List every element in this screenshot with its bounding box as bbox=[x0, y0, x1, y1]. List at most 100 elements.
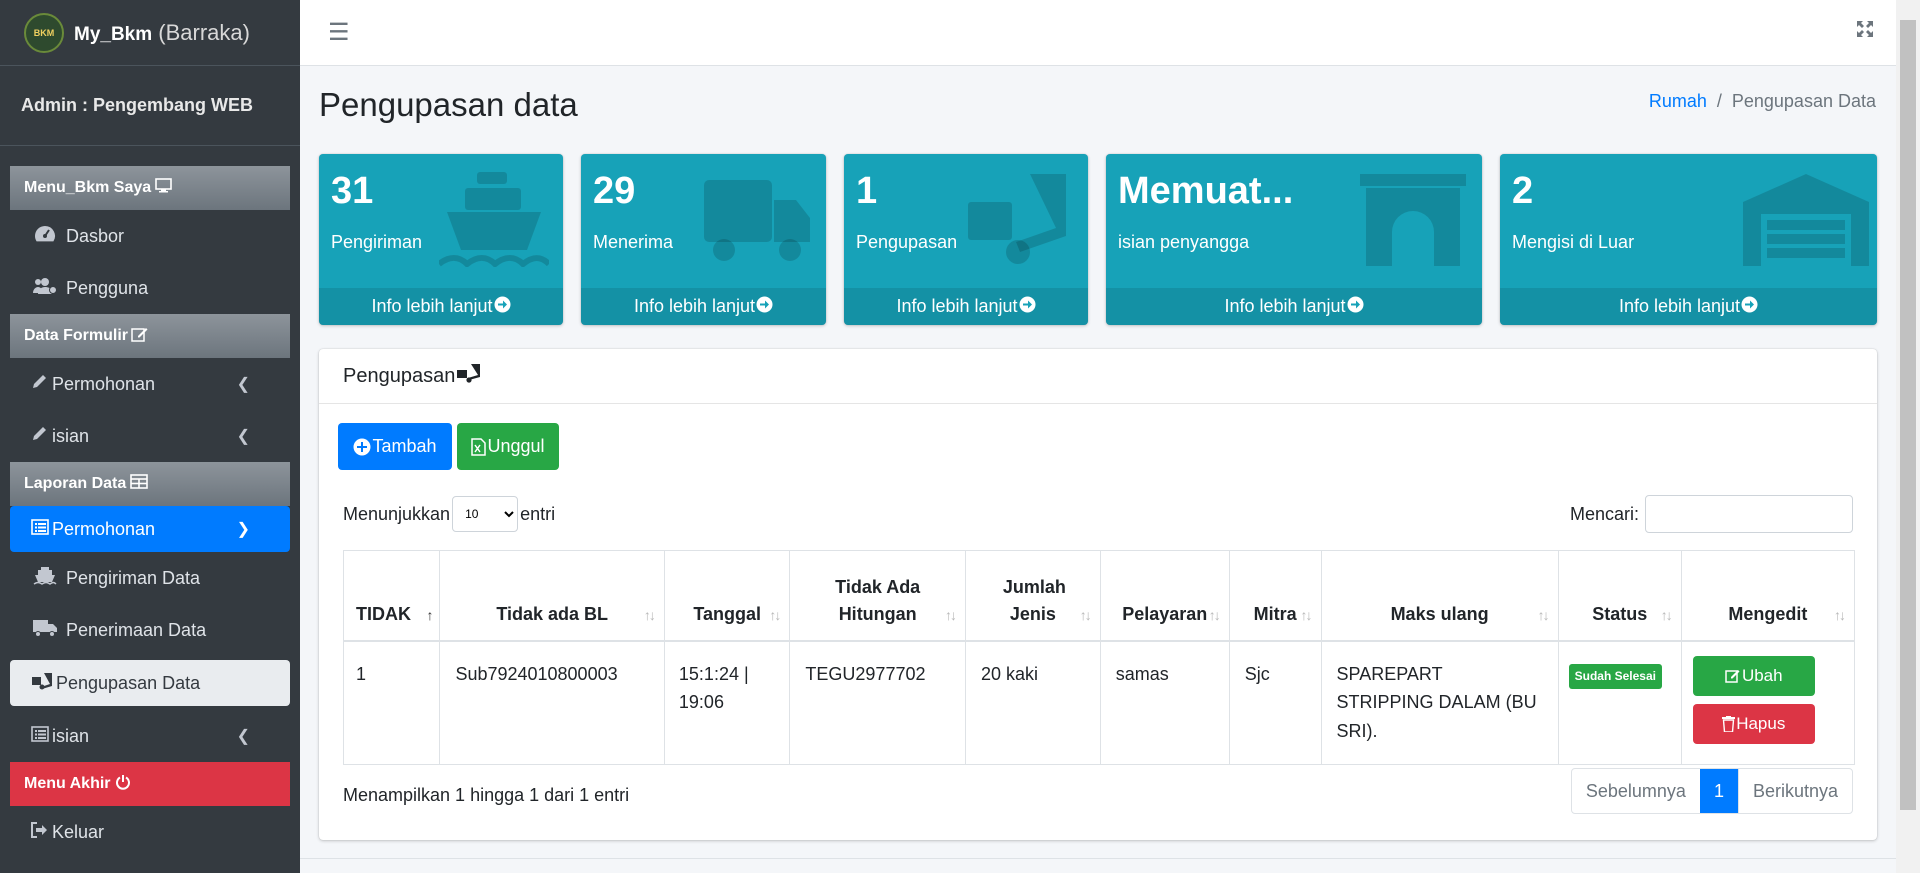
sidebar-item-pengguna[interactable]: Pengguna bbox=[10, 262, 290, 314]
column-header-jenis[interactable]: Jumlah Jenis ↑↓ bbox=[964, 550, 1101, 642]
nav-header-label: Data Formulir bbox=[24, 327, 129, 344]
upload-button[interactable]: Unggul bbox=[457, 423, 559, 470]
search-input[interactable] bbox=[1645, 495, 1853, 533]
ship-icon bbox=[437, 172, 552, 269]
sidebar-item-permohonan-formulir[interactable]: Permohonan ❮ bbox=[10, 358, 290, 410]
add-button-label: Tambah bbox=[372, 436, 437, 456]
column-header-maks[interactable]: Maks ulang ↑↓ bbox=[1320, 550, 1559, 642]
card-title: Pengupasan bbox=[343, 364, 456, 387]
list-alt-icon bbox=[30, 725, 50, 747]
sidebar-item-penerimaan[interactable]: Penerimaan Data bbox=[10, 604, 290, 656]
column-header-mengedit[interactable]: Mengedit ↑↓ bbox=[1680, 550, 1856, 642]
column-header-label: Pelayaran bbox=[1122, 603, 1208, 624]
brand-suffix: (Barraka) bbox=[158, 19, 250, 45]
chevron-left-icon: ❮ bbox=[236, 376, 250, 393]
edit-button[interactable]: Ubah bbox=[1692, 655, 1815, 696]
data-table: TIDAK ↑ Tidak ada BL ↑↓ Tanggal ↑↓ Tidak Ad… bbox=[342, 550, 1856, 765]
cell-hitungan: TEGU2977702 bbox=[789, 640, 966, 765]
column-header-bl[interactable]: Tidak ada BL ↑↓ bbox=[439, 550, 665, 642]
sidebar-item-pengupasan[interactable]: Pengupasan Data bbox=[10, 660, 290, 706]
column-header-status[interactable]: Status ↑↓ bbox=[1557, 550, 1682, 642]
brand-link[interactable]: BKM My_Bkm (Barraka) bbox=[0, 0, 300, 66]
more-info-label: Info lebih lanjut bbox=[633, 296, 756, 316]
more-info-link[interactable]: Info lebih lanjut bbox=[319, 288, 563, 325]
column-header-label: Status bbox=[1592, 603, 1648, 624]
trash-icon bbox=[1722, 715, 1736, 732]
sidebar-item-keluar[interactable]: Keluar bbox=[10, 806, 290, 858]
warehouse-icon bbox=[1741, 172, 1871, 267]
nav-header-label: Menu_Bkm Saya bbox=[24, 179, 152, 196]
sidebar-item-label: Permohonan bbox=[52, 373, 156, 394]
column-header-pelayaran[interactable]: Pelayaran ↑↓ bbox=[1099, 550, 1230, 642]
column-header-label: Jumlah Jenis bbox=[1002, 576, 1066, 624]
nav-header-menu: Menu_Bkm Saya bbox=[10, 166, 290, 210]
sidebar-item-label: Pengiriman Data bbox=[66, 567, 201, 588]
sort-icon: ↑↓ bbox=[1300, 606, 1313, 623]
cell-maks: SPAREPART STRIPPING DALAM (BU SRI). bbox=[1320, 640, 1559, 765]
sidebar-item-label: Keluar bbox=[52, 821, 105, 842]
file-excel-icon bbox=[471, 437, 487, 456]
fullscreen-expand-icon[interactable] bbox=[1856, 18, 1874, 44]
sidebar-nav: Menu_Bkm Saya Dasbor Pengguna Data Formu… bbox=[10, 166, 290, 858]
sort-icon: ↑↓ bbox=[1660, 606, 1673, 623]
sort-icon: ↑↓ bbox=[1834, 606, 1846, 623]
sort-icon: ↑↓ bbox=[643, 606, 656, 623]
chevron-left-icon: ❮ bbox=[236, 728, 250, 745]
stat-number: 1 bbox=[856, 170, 878, 212]
sidebar-item-pengiriman[interactable]: Pengiriman Data bbox=[10, 552, 290, 604]
sort-icon: ↑↓ bbox=[769, 606, 781, 623]
sidebar-item-isian-formulir[interactable]: isian ❮ bbox=[10, 410, 290, 462]
page-scrollbar[interactable] bbox=[1896, 0, 1920, 873]
column-header-label: Tidak Ada Hitungan bbox=[835, 576, 921, 624]
column-header-tanggal[interactable]: Tanggal ↑↓ bbox=[663, 550, 791, 642]
more-info-link[interactable]: Info lebih lanjut bbox=[1106, 288, 1482, 325]
sort-icon: ↑↓ bbox=[1208, 606, 1221, 623]
nav-header-laporan: Laporan Data bbox=[10, 462, 290, 506]
column-header-tidak[interactable]: TIDAK ↑ bbox=[342, 550, 441, 642]
cell-actions: Ubah Hapus bbox=[1680, 640, 1856, 765]
add-button[interactable]: Tambah bbox=[338, 423, 452, 470]
footer-divider bbox=[300, 858, 1896, 859]
breadcrumb-separator: / bbox=[1716, 91, 1722, 111]
more-info-link[interactable]: Info lebih lanjut bbox=[581, 288, 826, 325]
stat-number: 2 bbox=[1512, 170, 1534, 212]
edit-icon bbox=[1725, 668, 1741, 683]
column-header-label: Tanggal bbox=[693, 603, 761, 624]
sidebar-item-label: Permohonan bbox=[52, 518, 156, 539]
sidebar-item-dasbor[interactable]: Dasbor bbox=[10, 210, 290, 262]
pagination-previous[interactable]: Sebelumnya bbox=[1572, 769, 1700, 813]
pagination-page-1[interactable]: 1 bbox=[1699, 769, 1738, 813]
arrow-circle-right-icon bbox=[756, 296, 773, 318]
more-info-link[interactable]: Info lebih lanjut bbox=[844, 288, 1088, 325]
hamburger-menu-icon[interactable]: ☰ bbox=[328, 18, 350, 47]
breadcrumb-home-link[interactable]: Rumah bbox=[1649, 91, 1707, 111]
pencil-icon bbox=[30, 425, 48, 447]
column-header-hitungan[interactable]: Tidak Ada Hitungan ↑↓ bbox=[789, 550, 966, 642]
list-alt-icon bbox=[30, 518, 50, 540]
column-header-mitra[interactable]: Mitra ↑↓ bbox=[1228, 550, 1322, 642]
brand-title: My_Bkm bbox=[74, 23, 153, 45]
stat-number: 29 bbox=[593, 170, 636, 212]
archway-icon bbox=[1358, 172, 1468, 267]
sidebar-item-label: isian bbox=[52, 425, 90, 446]
more-info-link[interactable]: Info lebih lanjut bbox=[1500, 288, 1877, 325]
dolly-icon bbox=[456, 363, 482, 389]
delete-button[interactable]: Hapus bbox=[1692, 703, 1815, 744]
sort-ascending-icon: ↑ bbox=[426, 606, 433, 623]
arrow-circle-right-icon bbox=[1741, 296, 1758, 318]
breadcrumb-current: Pengupasan Data bbox=[1731, 91, 1876, 111]
pagination-next[interactable]: Berikutnya bbox=[1737, 769, 1852, 813]
entries-suffix: entri bbox=[520, 503, 556, 524]
scrollbar-thumb[interactable] bbox=[1900, 20, 1916, 810]
brand-logo: BKM bbox=[24, 12, 64, 53]
sidebar-item-isian-laporan[interactable]: isian ❮ bbox=[10, 710, 290, 762]
users-cog-icon bbox=[30, 277, 60, 300]
table-search: Mencari: bbox=[1570, 495, 1853, 533]
sidebar-item-permohonan-laporan[interactable]: Permohonan ❯ bbox=[10, 506, 290, 552]
desktop-icon bbox=[155, 178, 172, 198]
chevron-down-icon: ❯ bbox=[236, 521, 250, 538]
stat-label: Mengisi di Luar bbox=[1512, 232, 1635, 252]
stat-box-menerima: 29 Menerima Info lebih lanjut bbox=[581, 154, 826, 325]
breadcrumb: Rumah / Pengupasan Data bbox=[1649, 91, 1876, 112]
entries-per-page-select[interactable]: 10 bbox=[452, 496, 519, 532]
